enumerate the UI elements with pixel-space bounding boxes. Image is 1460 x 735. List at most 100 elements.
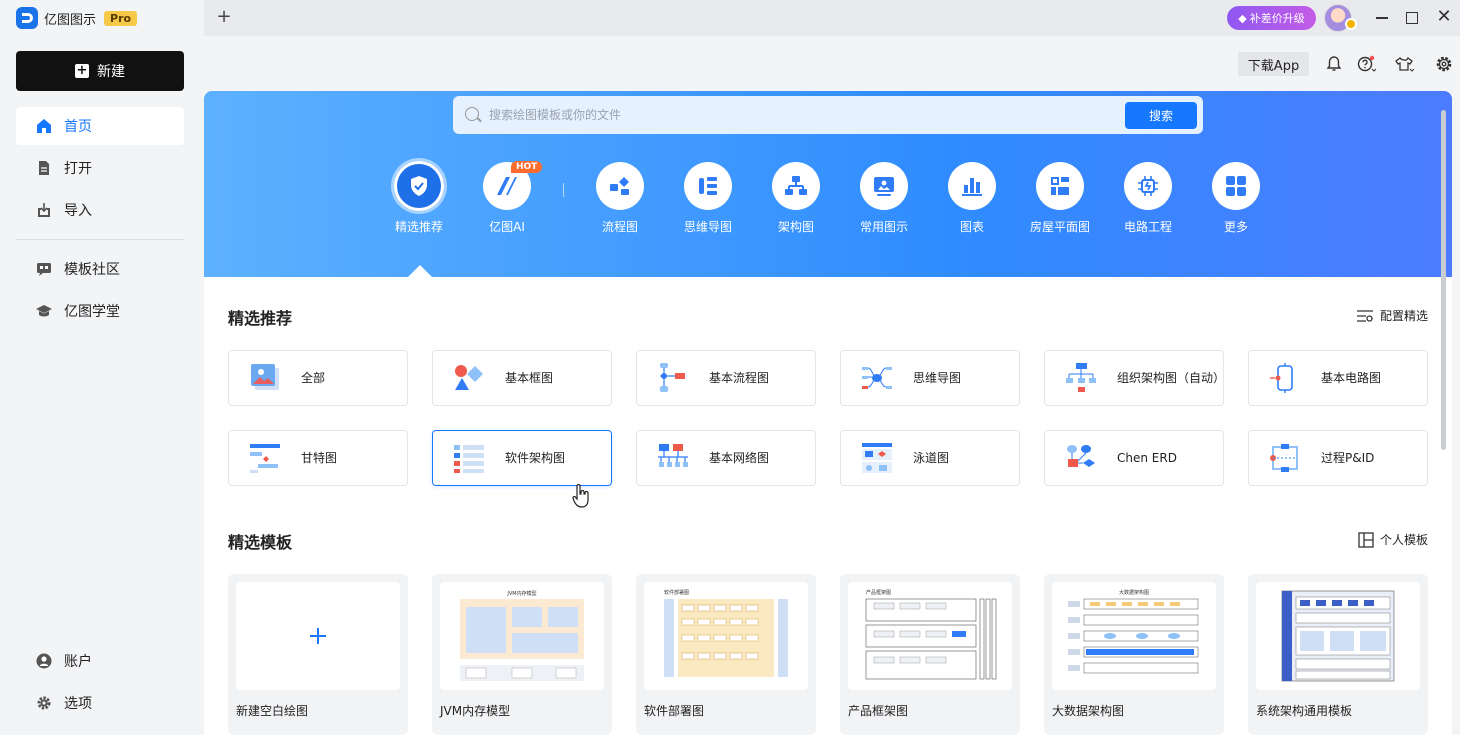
skin-icon[interactable]	[1394, 54, 1414, 74]
category-circuit[interactable]: 电路工程	[1104, 162, 1192, 235]
sidebar-item-import[interactable]: 导入	[16, 191, 184, 229]
file-icon	[39, 161, 49, 175]
template-name: JVM内存模型	[440, 704, 511, 718]
help-icon[interactable]	[1356, 54, 1376, 74]
template-preview: 大数据架构图	[1052, 582, 1216, 690]
category-chart[interactable]: 图表	[928, 162, 1016, 235]
category-label: 架构图	[777, 220, 814, 234]
type-card-software-architecture[interactable]: 软件架构图	[432, 430, 612, 486]
type-card-basic-circuit[interactable]: 基本电路图	[1248, 350, 1428, 406]
configure-featured-button[interactable]: 配置精选	[1356, 307, 1428, 324]
category-label: 图表	[959, 220, 984, 234]
diamond-icon: ◆	[1238, 11, 1247, 25]
search-input[interactable]	[489, 101, 1109, 129]
sidebar: + 新建 首页 打开 导入 模板社区 亿图学堂 账户 选项	[0, 36, 204, 735]
bar-chart-icon	[948, 162, 996, 210]
type-card-chen-erd[interactable]: Chen ERD	[1044, 430, 1224, 486]
category-label: 亿图AI	[489, 220, 525, 234]
sidebar-item-academy[interactable]: 亿图学堂	[16, 292, 184, 330]
type-label: 基本网络图	[709, 450, 770, 465]
category-label: 流程图	[601, 220, 638, 234]
flowchart-icon	[596, 162, 644, 210]
template-card-big-data[interactable]: 大数据架构图 大数据架构图	[1044, 574, 1224, 735]
download-app-button[interactable]: 下载App	[1238, 52, 1309, 76]
category-more[interactable]: 更多	[1192, 162, 1280, 235]
minimize-button[interactable]	[1372, 8, 1392, 28]
sidebar-item-open[interactable]: 打开	[16, 149, 184, 187]
category-label: 更多	[1223, 220, 1248, 234]
template-card-product-framework[interactable]: 产品框架图 产品框架图	[840, 574, 1020, 735]
category-featured[interactable]: 精选推荐	[375, 158, 463, 235]
sidebar-item-home[interactable]: 首页	[16, 107, 184, 145]
upgrade-button[interactable]: ◆ 补差价升级	[1227, 6, 1316, 30]
sidebar-item-community[interactable]: 模板社区	[16, 250, 184, 288]
type-card-all[interactable]: 全部	[228, 350, 408, 406]
search-bar: 搜索	[453, 96, 1203, 134]
app-tab[interactable]: 亿图图示 Pro	[0, 0, 204, 36]
type-card-mindmap[interactable]: 思维导图	[840, 350, 1020, 406]
account-icon	[36, 653, 52, 669]
scrollbar[interactable]	[1441, 110, 1446, 450]
type-card-basic-block[interactable]: 基本框图	[432, 350, 612, 406]
type-card-process-pid[interactable]: 过程P&ID	[1248, 430, 1428, 486]
configure-label: 配置精选	[1379, 309, 1428, 323]
type-label: 基本框图	[505, 370, 554, 385]
graduation-cap-icon	[36, 305, 52, 317]
type-label: 泳道图	[913, 450, 950, 465]
category-mindmap[interactable]: 思维导图	[664, 162, 752, 235]
app-name: 亿图图示	[44, 12, 97, 28]
template-card-software-deployment[interactable]: 软件部署图 软件部署图	[636, 574, 816, 735]
category-floorplan[interactable]: 房屋平面图	[1016, 162, 1104, 235]
template-preview	[236, 582, 400, 690]
category-common[interactable]: 常用图示	[840, 162, 928, 235]
circuit-icon	[1124, 162, 1172, 210]
template-name: 产品框架图	[848, 704, 909, 718]
template-card-blank[interactable]: 新建空白绘图	[228, 574, 408, 735]
category-ai[interactable]: HOT 亿图AI	[463, 161, 551, 235]
template-preview: JVM内存模型	[440, 582, 604, 690]
search-button[interactable]: 搜索	[1125, 102, 1197, 129]
type-card-basic-network[interactable]: 基本网络图	[636, 430, 816, 486]
org-chart-icon	[1066, 363, 1096, 392]
preview-title: 产品框架图	[866, 589, 891, 596]
gantt-icon	[250, 444, 280, 473]
category-architecture[interactable]: 架构图	[752, 162, 840, 235]
pid-icon	[1270, 444, 1298, 472]
type-card-basic-flowchart[interactable]: 基本流程图	[636, 350, 816, 406]
category-label: 电路工程	[1123, 220, 1172, 234]
template-name: 新建空白绘图	[236, 704, 309, 718]
category-flowchart[interactable]: 流程图	[576, 162, 664, 235]
sidebar-item-options[interactable]: 选项	[16, 684, 184, 722]
template-card-system-architecture[interactable]: 系统架构通用模板	[1248, 574, 1428, 735]
search-icon	[465, 107, 479, 121]
new-tab-button[interactable]: +	[214, 7, 234, 27]
type-card-org-chart[interactable]: 组织架构图（自动）	[1044, 350, 1226, 406]
new-button-label: 新建	[97, 64, 125, 80]
personal-templates-button[interactable]: 个人模板	[1358, 531, 1428, 548]
plus-icon	[310, 628, 326, 644]
template-preview	[1256, 582, 1420, 690]
hot-badge: HOT	[511, 161, 543, 173]
close-button[interactable]: ✕	[1434, 8, 1454, 28]
main-panel: 搜索 精选推荐 HOT 亿图AI 流程图 思维导图	[204, 91, 1452, 735]
type-card-swimlane[interactable]: 泳道图	[840, 430, 1020, 486]
configure-icon	[1356, 309, 1373, 322]
type-card-gantt[interactable]: 甘特图	[228, 430, 408, 486]
new-button[interactable]: + 新建	[16, 51, 184, 91]
sidebar-item-label: 首页	[64, 119, 92, 135]
type-label: 过程P&ID	[1321, 450, 1375, 465]
grid-icon	[1212, 162, 1260, 210]
home-icon	[37, 119, 51, 133]
type-label: 组织架构图（自动）	[1117, 370, 1226, 385]
bell-icon[interactable]	[1324, 54, 1344, 74]
sidebar-item-label: 选项	[64, 696, 92, 712]
template-card-jvm[interactable]: JVM内存模型 JVM内存模型	[432, 574, 612, 735]
erd-icon	[1067, 445, 1095, 467]
software-architecture-icon	[454, 445, 484, 473]
maximize-button[interactable]	[1402, 8, 1422, 28]
org-chart-icon	[772, 162, 820, 210]
featured-icon	[391, 158, 447, 214]
sidebar-item-account[interactable]: 账户	[16, 642, 184, 680]
settings-icon[interactable]	[1434, 54, 1454, 74]
template-name: 大数据架构图	[1052, 704, 1125, 718]
